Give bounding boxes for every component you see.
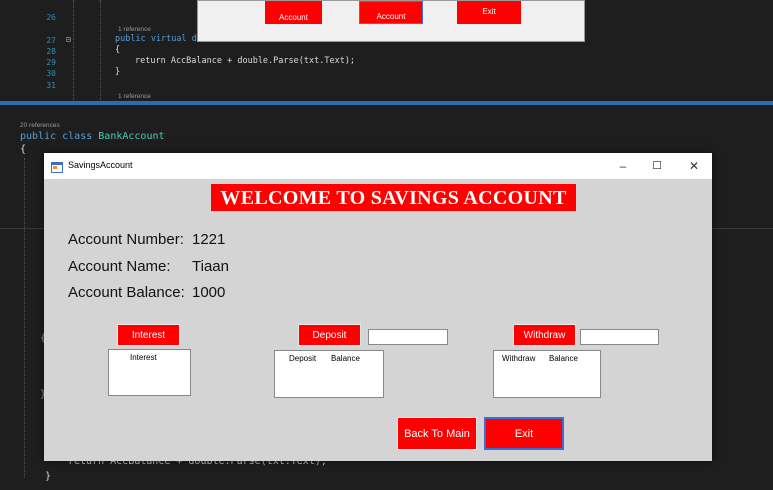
deposit-list-header: Deposit [289,354,317,363]
interest-list-header: Interest [130,353,157,362]
code-lens-reference[interactable]: 1 reference [118,93,151,100]
code-line: { [115,45,121,55]
background-dialog: Account Account Exit [197,0,585,42]
class-name: BankAccount [98,131,165,142]
withdraw-amount-input[interactable] [580,329,659,345]
account-button[interactable]: Account [265,1,322,24]
account-number-label: Account Number: [68,231,184,248]
collapse-toggle[interactable]: ⊟ [66,35,71,44]
withdraw-list[interactable]: Withdraw Balance [493,350,601,398]
indent-guide [73,0,74,100]
maximize-icon[interactable]: ☐ [645,157,669,175]
account-number-value: 1221 [192,231,226,248]
account-balance-label: Account Balance: [68,284,185,301]
line-number: 26 [46,13,56,22]
balance-list-header: Balance [549,354,578,363]
code-line: return AccBalance + double.Parse(txt.Tex… [135,56,356,66]
deposit-list[interactable]: Deposit Balance [274,350,384,398]
line-number: 30 [46,69,56,78]
code-lens-reference[interactable]: 1 reference [118,26,151,33]
account-balance-value: 1000 [192,284,226,301]
line-number: 31 [46,81,56,90]
code-line: } [115,67,121,77]
indent-guide [100,0,101,100]
exit-button[interactable]: Exit [484,417,564,450]
window-title: SavingsAccount [68,160,133,170]
line-number: 28 [46,47,56,56]
line-number: 29 [46,58,56,67]
withdraw-list-header: Withdraw [502,354,536,363]
withdraw-button[interactable]: Withdraw [513,324,576,346]
indent-guide [24,158,25,478]
code-line: { [20,144,27,155]
code-line: } [45,471,52,482]
account-name-value: Tiaan [192,258,229,275]
balance-list-header: Balance [331,354,360,363]
interest-list[interactable]: Interest [108,349,191,396]
close-icon[interactable]: ✕ [682,157,706,175]
exit-button[interactable]: Exit [457,1,521,24]
back-to-main-button[interactable]: Back To Main [397,417,477,450]
window-titlebar[interactable]: SavingsAccount – ☐ ✕ [44,153,712,179]
account-button[interactable]: Account [359,1,423,24]
interest-button[interactable]: Interest [117,324,180,346]
deposit-amount-input[interactable] [368,329,448,345]
welcome-banner: WELCOME TO SAVINGS ACCOUNT [211,184,576,211]
code-keyword: public class [20,131,99,142]
minimize-icon[interactable]: – [611,157,635,175]
deposit-button[interactable]: Deposit [298,324,361,346]
app-icon [51,160,63,173]
line-number: 27 [46,36,56,45]
class-declaration: public class BankAccount [20,131,165,142]
code-lens-reference[interactable]: 20 references [20,122,60,129]
account-name-label: Account Name: [68,258,171,275]
savings-account-window: SavingsAccount – ☐ ✕ WELCOME TO SAVINGS … [44,153,712,461]
